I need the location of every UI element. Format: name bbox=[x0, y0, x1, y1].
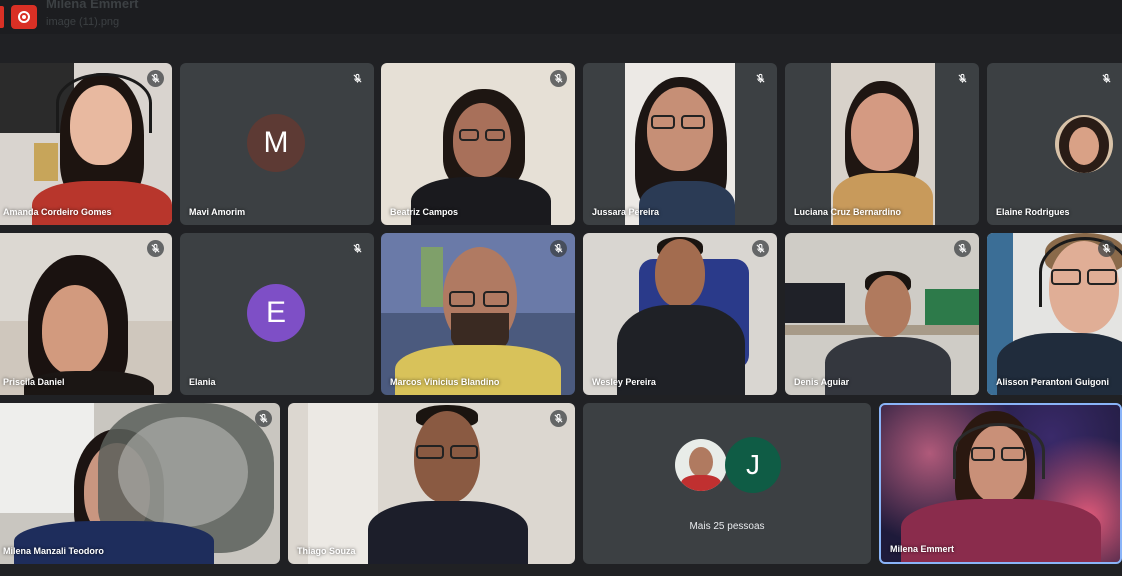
participant-avatar: J bbox=[725, 437, 781, 493]
mic-off-icon bbox=[147, 70, 164, 87]
participant-tile[interactable]: Priscila Daniel bbox=[0, 233, 172, 395]
meeting-title: Milena Emmert bbox=[46, 0, 139, 11]
participant-tile[interactable]: Milena Emmert bbox=[879, 403, 1122, 564]
mic-off-icon bbox=[1098, 70, 1115, 87]
participant-tile[interactable]: Luciana Cruz Bernardino bbox=[785, 63, 979, 225]
participant-tile[interactable]: Jussara Pereira bbox=[583, 63, 777, 225]
participant-name: Marcos Vinicius Blandino bbox=[390, 377, 500, 387]
participant-tile[interactable]: Elaine Rodrigues bbox=[987, 63, 1122, 225]
participant-avatar bbox=[675, 439, 727, 491]
mic-off-icon bbox=[752, 240, 769, 257]
participant-name: Beatriz Campos bbox=[390, 207, 459, 217]
mic-off-icon bbox=[550, 240, 567, 257]
participant-tile[interactable]: Milena Manzali Teodoro bbox=[0, 403, 280, 564]
participant-name: Mavi Amorim bbox=[189, 207, 246, 217]
participant-tile[interactable]: Marcos Vinicius Blandino bbox=[381, 233, 575, 395]
participant-avatar: E bbox=[247, 284, 305, 342]
more-participants-tile[interactable]: J Mais 25 pessoas bbox=[583, 403, 871, 564]
participant-tile[interactable]: Wesley Pereira bbox=[583, 233, 777, 395]
left-edge-tab bbox=[0, 6, 4, 28]
meeting-subtitle: image (11).png bbox=[46, 16, 120, 28]
mic-off-icon bbox=[550, 410, 567, 427]
participant-name: Denis Aguiar bbox=[794, 377, 850, 387]
participant-name: Luciana Cruz Bernardino bbox=[794, 207, 902, 217]
participant-name: Amanda Cordeiro Gomes bbox=[3, 207, 112, 217]
participant-tile[interactable]: Denis Aguiar bbox=[785, 233, 979, 395]
participant-name: Wesley Pereira bbox=[592, 377, 656, 387]
participant-name: Milena Emmert bbox=[890, 544, 955, 554]
mic-off-icon bbox=[349, 240, 366, 257]
participant-avatar: M bbox=[247, 114, 305, 172]
participant-name: Elania bbox=[189, 377, 216, 387]
participant-tile[interactable]: M Mavi Amorim bbox=[180, 63, 374, 225]
more-participants-label: Mais 25 pessoas bbox=[689, 521, 765, 532]
participant-name: Elaine Rodrigues bbox=[996, 207, 1070, 217]
participant-name: Milena Manzali Teodoro bbox=[3, 546, 104, 556]
meeting-header: Milena Emmert image (11).png bbox=[0, 0, 1122, 34]
participant-tile[interactable]: Thiago Souza bbox=[288, 403, 575, 564]
participant-name: Priscila Daniel bbox=[3, 377, 65, 387]
participant-tile[interactable]: E Elania bbox=[180, 233, 374, 395]
mic-off-icon bbox=[1098, 240, 1115, 257]
participant-name: Thiago Souza bbox=[297, 546, 356, 556]
mic-off-icon bbox=[349, 70, 366, 87]
mic-off-icon bbox=[550, 70, 567, 87]
participant-name: Jussara Pereira bbox=[592, 207, 660, 217]
participant-tile[interactable]: Amanda Cordeiro Gomes bbox=[0, 63, 172, 225]
mic-off-icon bbox=[954, 70, 971, 87]
participant-avatar bbox=[1055, 115, 1113, 173]
mic-off-icon bbox=[255, 410, 272, 427]
participant-name: Alisson Perantoni Guigoni bbox=[996, 377, 1110, 387]
mic-off-icon bbox=[147, 240, 164, 257]
participant-tile[interactable]: Beatriz Campos bbox=[381, 63, 575, 225]
mic-off-icon bbox=[752, 70, 769, 87]
participant-tile[interactable]: Alisson Perantoni Guigoni bbox=[987, 233, 1122, 395]
mic-off-icon bbox=[954, 240, 971, 257]
record-icon[interactable] bbox=[11, 5, 37, 29]
